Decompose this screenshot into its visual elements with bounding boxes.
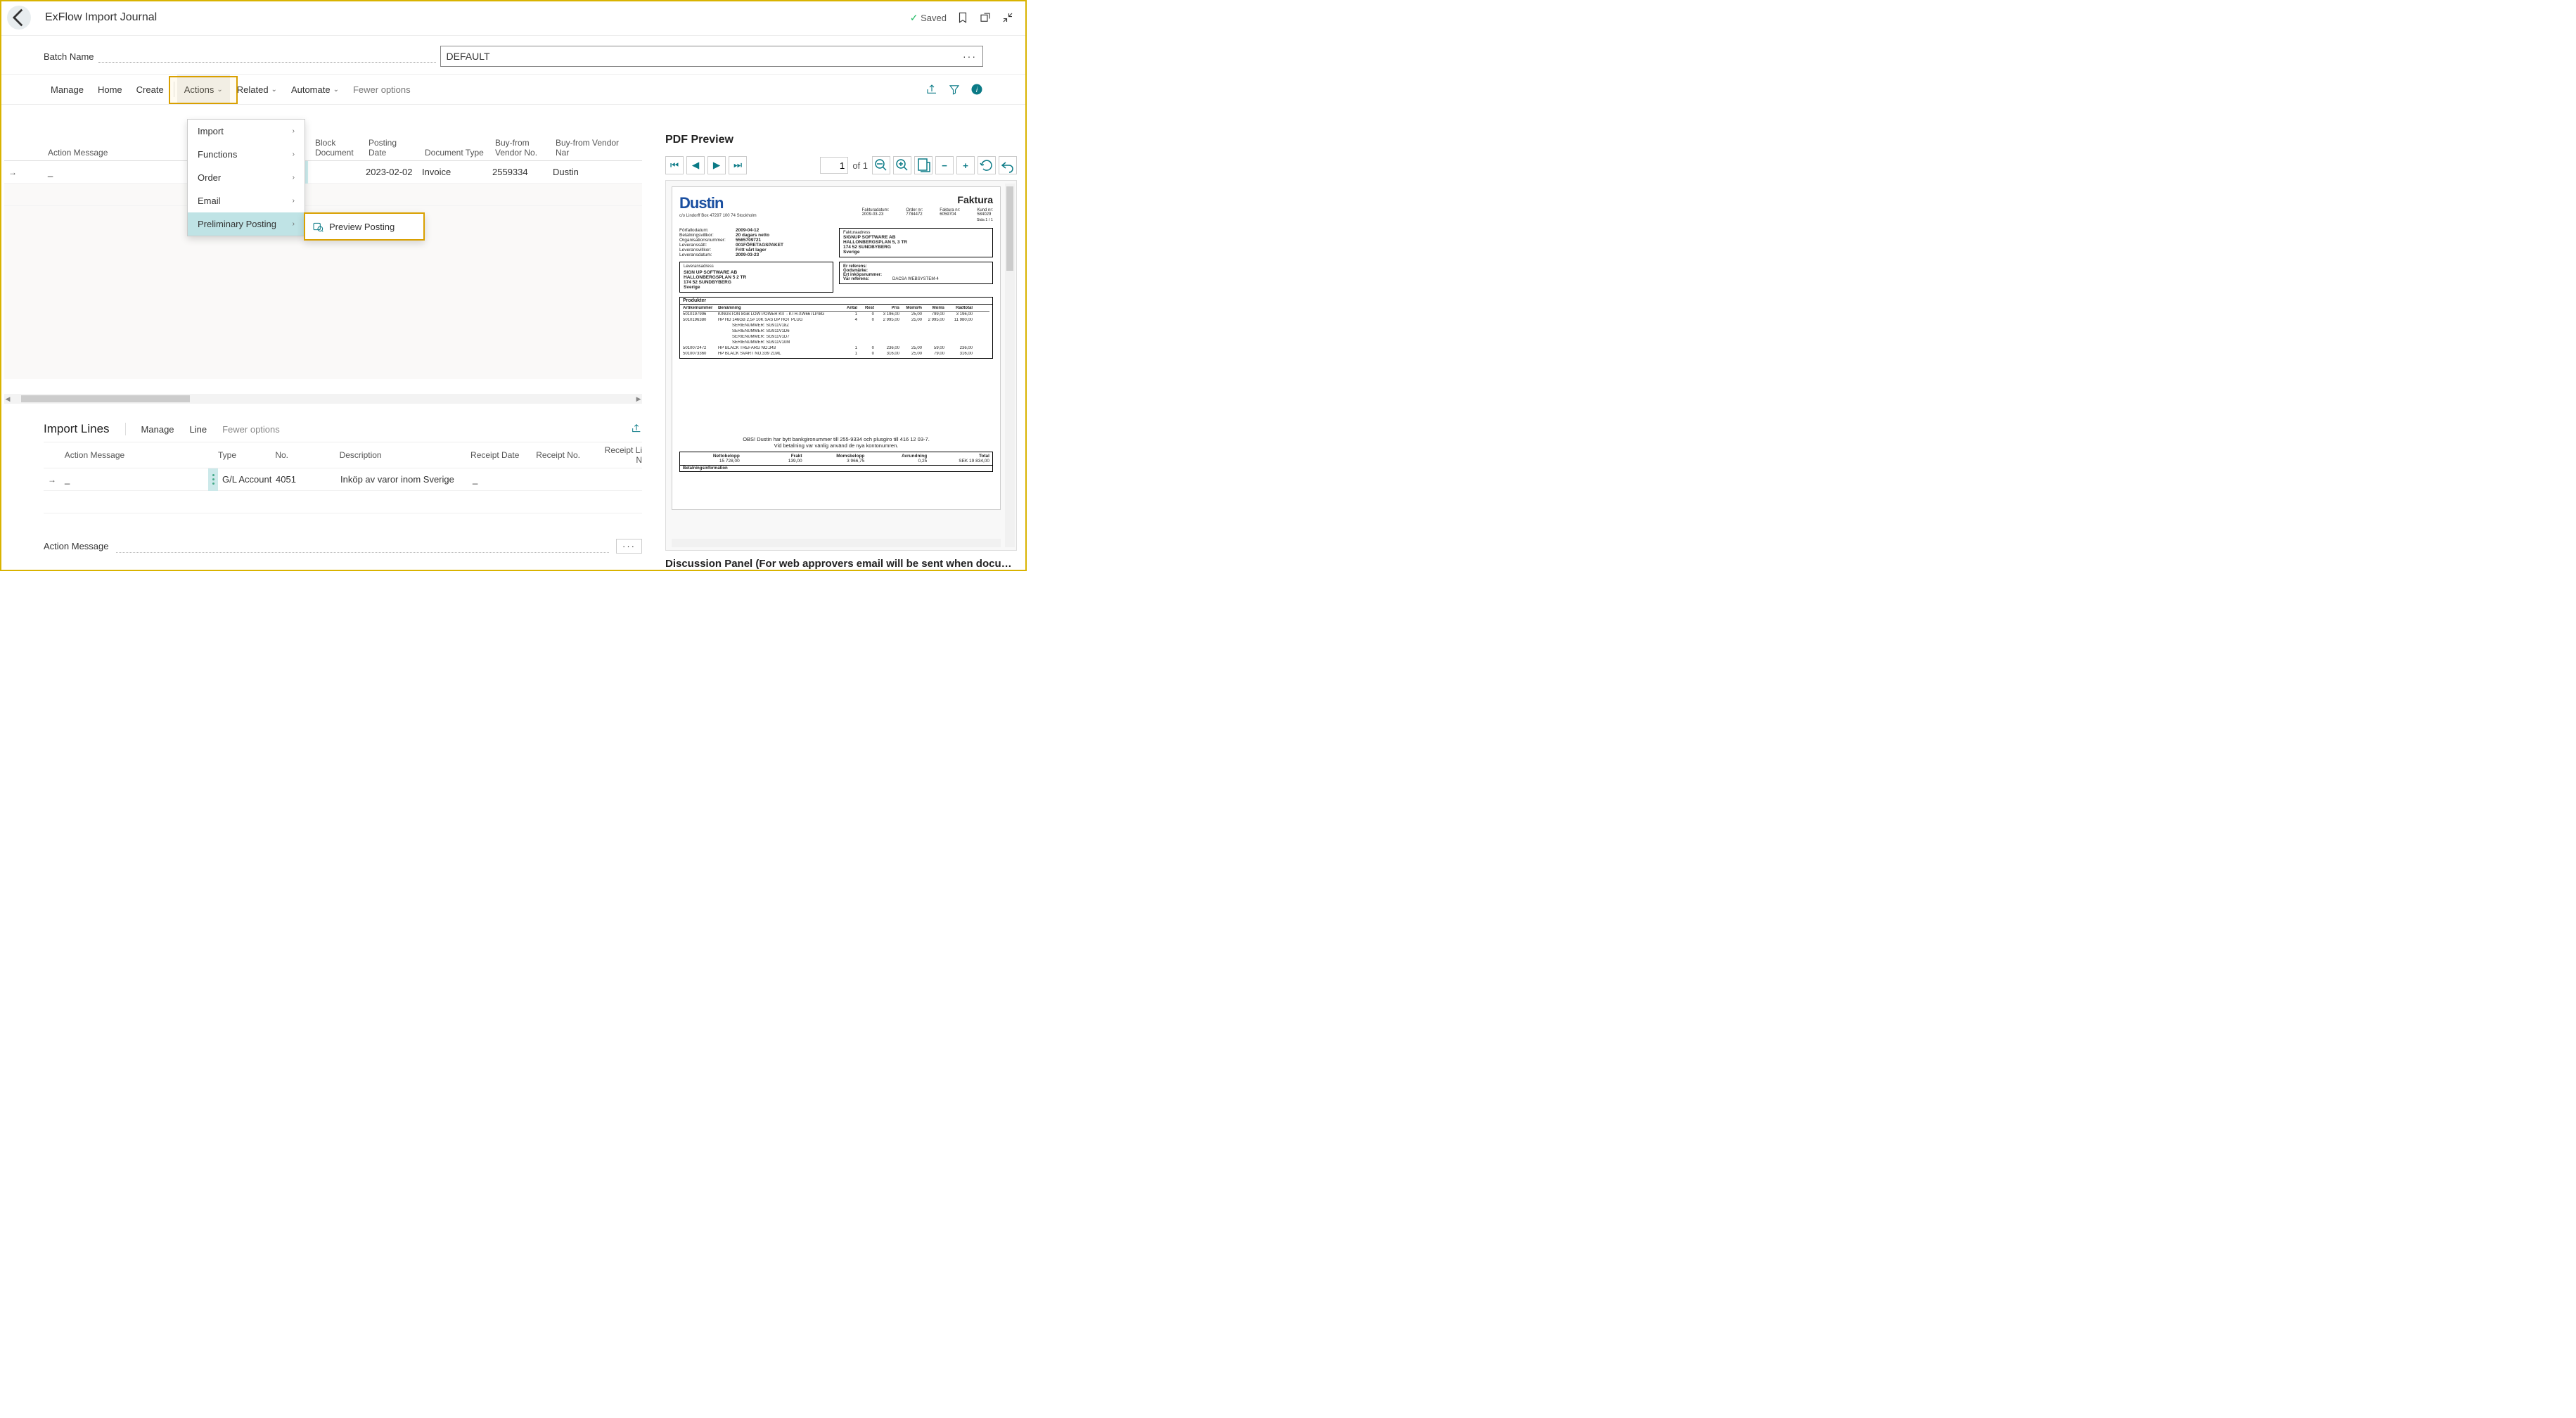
menu-preliminary-posting[interactable]: Preliminary Posting› [188, 212, 305, 236]
submenu-preview-posting[interactable]: Preview Posting [304, 212, 425, 241]
col-block-document[interactable]: Block Document [311, 138, 364, 158]
pdf-minus-icon[interactable]: − [935, 156, 954, 174]
import-line-row-empty [44, 491, 642, 513]
pdf-note: OBS! Dustin har bytt bankgironummer till… [679, 436, 993, 449]
toolbar-actions[interactable]: Actions⌄ [177, 75, 230, 104]
pdf-next-page-icon[interactable]: ▶ [707, 156, 726, 174]
pdf-undo-icon[interactable] [999, 156, 1017, 174]
menu-import[interactable]: Import› [188, 120, 305, 143]
toolbar-fewer-options[interactable]: Fewer options [346, 75, 418, 104]
pdf-reference-box: Er referens:Godsmärke:Ert inköpsnummer:V… [839, 262, 993, 284]
toolbar-create[interactable]: Create [129, 75, 171, 104]
pdf-invoice-address-box: Fakturaadress SIGNUP SOFTWARE AB HALLONB… [839, 228, 993, 257]
import-lines-share-icon[interactable] [631, 423, 642, 436]
il-cell-type[interactable]: G/L Account [218, 474, 276, 485]
preview-posting-icon [312, 221, 323, 232]
pdf-products-table: Produkter ArtikelnummerBenämningAntalRes… [679, 297, 993, 359]
pdf-page-input[interactable] [820, 157, 848, 174]
il-row-menu-icon[interactable] [208, 468, 218, 491]
il-col-description[interactable]: Description [340, 450, 470, 460]
main-grid: Action Message Block Document Posting Da… [4, 119, 642, 404]
batch-name-label: Batch Name [44, 51, 94, 62]
grid-row[interactable]: → _ 2023-02-02 Invoice 2559334 Dustin [4, 161, 642, 184]
pdf-delivery-address-box: Leveransadress SIGN UP SOFTWARE AB HALLO… [679, 262, 833, 293]
toolbar-manage[interactable]: Manage [44, 75, 91, 104]
il-col-receipt-li[interactable]: Receipt Li N [602, 445, 643, 465]
batch-name-input[interactable]: DEFAULT ··· [440, 46, 983, 67]
il-cell-no[interactable]: 4051 [276, 474, 340, 485]
cell-action-message[interactable]: _ [44, 167, 184, 177]
il-cell-action-message[interactable]: _ [60, 474, 180, 485]
pdf-totals: Nettobelopp15 728,00Frakt139,00Momsbelop… [679, 452, 993, 466]
il-col-type[interactable]: Type [218, 450, 275, 460]
batch-lookup-icon[interactable]: ··· [963, 51, 977, 62]
pdf-payment-info: Betalningsinformation [679, 466, 993, 472]
saved-indicator: ✓ Saved [910, 12, 947, 24]
import-line-row[interactable]: → _ G/L Account 4051 Inköp av varor inom… [44, 468, 642, 491]
col-document-type[interactable]: Document Type [421, 148, 491, 158]
pdf-brand-logo: Dustin [679, 194, 757, 212]
import-lines-line[interactable]: Line [190, 424, 207, 435]
il-cell-description[interactable]: Inköp av varor inom Sverige [340, 474, 473, 485]
col-vendor-no[interactable]: Buy-from Vendor No. [491, 138, 551, 158]
pdf-last-page-icon[interactable]: ⏭ [729, 156, 747, 174]
share-icon[interactable] [925, 83, 938, 96]
row-selector-icon[interactable]: → [4, 167, 21, 177]
pdf-document: Dustin c/o Lindorff Box 47297 100 74 Sto… [672, 186, 1001, 510]
pdf-vscrollbar[interactable] [1005, 184, 1015, 547]
pdf-zoom-in-icon[interactable] [893, 156, 911, 174]
toolbar-home[interactable]: Home [91, 75, 129, 104]
pdf-viewer: Dustin c/o Lindorff Box 47297 100 74 Sto… [665, 180, 1017, 551]
submenu-preview-label: Preview Posting [329, 222, 395, 232]
il-col-no[interactable]: No. [275, 450, 339, 460]
col-posting-date[interactable]: Posting Date [364, 138, 421, 158]
grid-row-empty [4, 184, 642, 206]
pdf-preview-title: PDF Preview [665, 131, 1017, 153]
il-row-selector-icon[interactable]: → [44, 475, 60, 485]
discussion-panel-title[interactable]: Discussion Panel (For web approvers emai… [665, 551, 1017, 570]
il-col-receipt-date[interactable]: Receipt Date [470, 450, 536, 460]
pdf-plus-icon[interactable]: + [956, 156, 975, 174]
menu-email[interactable]: Email› [188, 189, 305, 212]
actions-menu: Import› Functions› Order› Email› Prelimi… [187, 119, 305, 236]
toolbar-related[interactable]: Related⌄ [230, 75, 284, 104]
import-lines-title: Import Lines [44, 422, 110, 436]
filter-icon[interactable] [948, 83, 961, 96]
menu-functions[interactable]: Functions› [188, 143, 305, 166]
import-lines-manage[interactable]: Manage [141, 424, 174, 435]
dots-separator [98, 62, 436, 63]
il-col-action-message[interactable]: Action Message [60, 450, 179, 460]
back-button[interactable] [7, 6, 31, 30]
toolbar-automate[interactable]: Automate⌄ [284, 75, 346, 104]
pdf-hscrollbar[interactable] [672, 539, 1001, 547]
info-icon[interactable]: i [970, 83, 983, 96]
bookmark-icon[interactable] [956, 11, 969, 24]
grid-hscrollbar[interactable]: ◀ ▶ [4, 394, 642, 404]
collapse-icon[interactable] [1001, 11, 1014, 24]
cell-vendor-name[interactable]: Dustin [549, 167, 633, 177]
pdf-heading: Faktura [862, 194, 993, 205]
page-title: ExFlow Import Journal [45, 11, 157, 24]
col-action-message[interactable]: Action Message [44, 148, 184, 158]
cell-posting-date[interactable]: 2023-02-02 [361, 167, 418, 177]
batch-name-value: DEFAULT [447, 51, 490, 62]
footer-action-message-label: Action Message [44, 541, 109, 551]
pdf-refresh-icon[interactable] [978, 156, 996, 174]
pdf-prev-page-icon[interactable]: ◀ [686, 156, 705, 174]
pdf-download-icon[interactable] [914, 156, 933, 174]
cell-vendor-no[interactable]: 2559334 [488, 167, 549, 177]
pdf-brand-sub: c/o Lindorff Box 47297 100 74 Stockholm [679, 214, 757, 218]
footer-more-icon[interactable]: ··· [616, 539, 642, 554]
cell-document-type[interactable]: Invoice [418, 167, 488, 177]
import-lines-fewer[interactable]: Fewer options [222, 424, 280, 435]
pdf-page-indicator: Sida 1 / 1 [862, 218, 993, 222]
pdf-first-page-icon[interactable]: ⏮ [665, 156, 684, 174]
popout-icon[interactable] [979, 11, 992, 24]
menu-order[interactable]: Order› [188, 166, 305, 189]
il-col-receipt-no[interactable]: Receipt No. [536, 450, 601, 460]
il-cell-receipt-date[interactable]: _ [473, 474, 539, 485]
pdf-page-of: of 1 [852, 160, 868, 171]
col-vendor-name[interactable]: Buy-from Vendor Nar [551, 138, 636, 158]
pdf-zoom-fit-icon[interactable] [872, 156, 890, 174]
